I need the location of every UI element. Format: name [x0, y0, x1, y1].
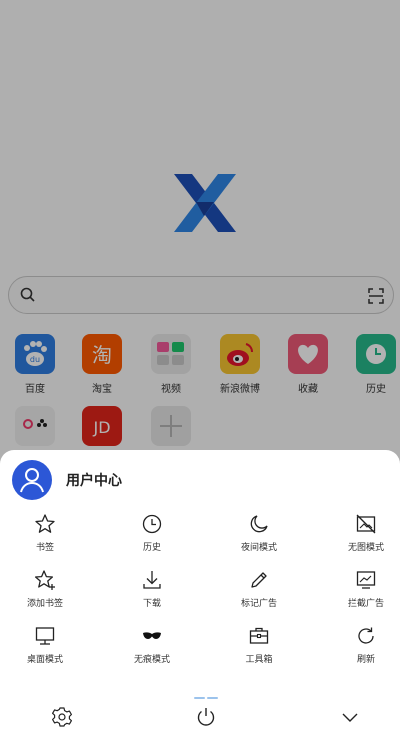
no-image-icon — [356, 514, 376, 534]
power-icon[interactable] — [195, 706, 217, 728]
menu-item-mark-ads[interactable]: 标记广告 — [209, 569, 309, 609]
menu-item-block-ads[interactable]: 拦截广告 — [316, 569, 400, 609]
user-icon — [20, 468, 44, 493]
avatar — [12, 460, 52, 500]
menu-item-refresh[interactable]: 刷新 — [316, 625, 400, 665]
menu-item-toolbox[interactable]: 工具箱 — [209, 625, 309, 665]
menu-item-desktop-mode[interactable]: 桌面模式 — [0, 625, 95, 665]
user-center-label: 用户中心 — [66, 473, 122, 489]
menu-sheet: 用户中心 书签 历史 夜间模式 无图模式 添加书签 下载 标记广告 拦截广告 桌… — [0, 450, 400, 732]
ad-block-icon — [356, 571, 376, 589]
chevron-down-icon[interactable] — [339, 706, 361, 728]
menu-item-night-mode[interactable]: 夜间模式 — [209, 513, 309, 553]
menu-item-bookmarks[interactable]: 书签 — [0, 513, 95, 553]
refresh-icon — [358, 627, 374, 644]
star-icon — [35, 514, 55, 533]
pencil-icon — [251, 572, 267, 588]
desktop-icon — [35, 627, 55, 645]
menu-item-no-image-mode[interactable]: 无图模式 — [316, 513, 400, 553]
bottom-action-bar — [0, 702, 400, 732]
toolbox-icon — [249, 627, 269, 644]
star-add-icon — [34, 570, 55, 590]
download-icon — [143, 571, 161, 589]
moon-icon — [250, 515, 268, 533]
user-center-button[interactable]: 用户中心 — [12, 460, 122, 500]
menu-item-history[interactable]: 历史 — [102, 513, 202, 553]
clock-icon — [142, 514, 162, 534]
settings-gear-icon[interactable] — [51, 706, 73, 728]
menu-item-download[interactable]: 下载 — [102, 569, 202, 609]
menu-item-incognito[interactable]: 无痕模式 — [102, 625, 202, 665]
mask-icon — [143, 632, 161, 639]
page-indicator — [194, 684, 220, 699]
menu-item-add-bookmark[interactable]: 添加书签 — [0, 569, 95, 609]
